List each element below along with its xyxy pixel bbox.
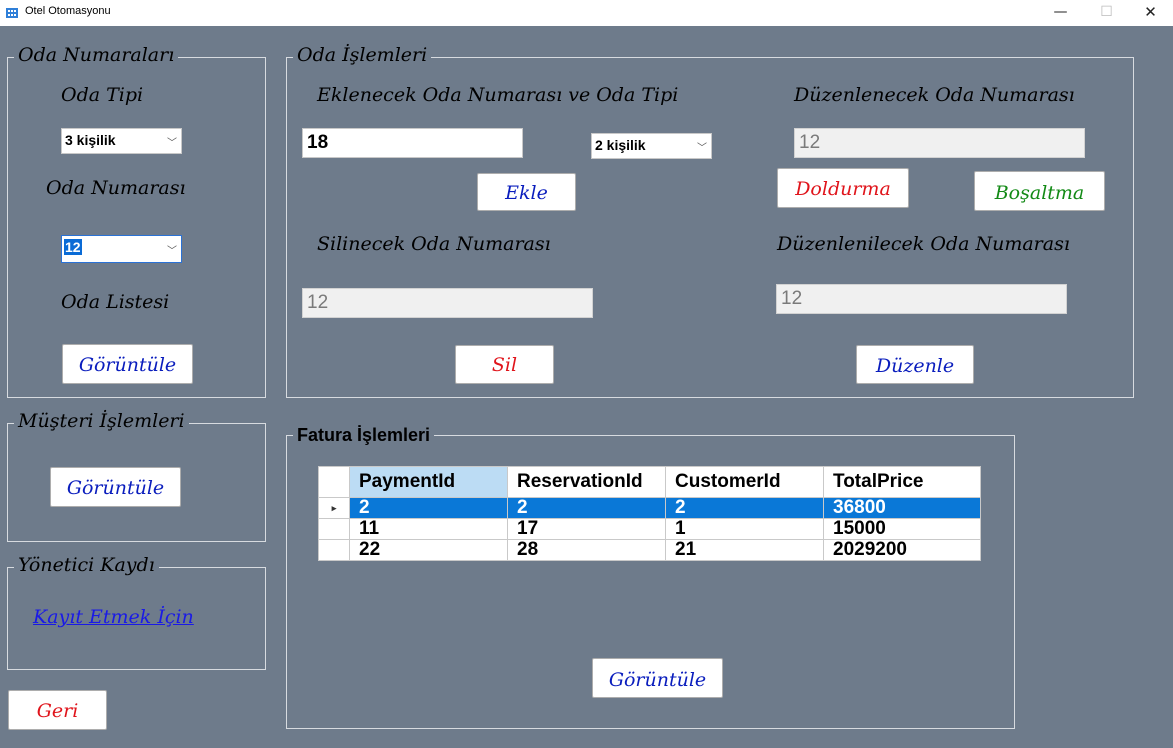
- musteri-goruntule-button[interactable]: Görüntüle: [50, 467, 181, 507]
- table-row[interactable]: 11 17 1 15000: [318, 518, 981, 540]
- oda-tipi-value: 3 kişilik: [65, 132, 116, 148]
- chevron-down-icon: ﹀: [697, 143, 707, 154]
- table-cell[interactable]: 2: [665, 497, 824, 519]
- minimize-button[interactable]: —: [1038, 0, 1083, 26]
- table-cell[interactable]: 11: [349, 518, 508, 540]
- chevron-down-icon: ﹀: [167, 138, 177, 149]
- musteri-islemleri-legend: Müşteri İşlemleri: [14, 410, 189, 432]
- table-cell[interactable]: 2029200: [823, 539, 981, 561]
- duzenlenilecek-oda-numarasi-input[interactable]: 12: [776, 284, 1067, 314]
- table-cell[interactable]: 28: [507, 539, 666, 561]
- bosaltma-button[interactable]: Boşaltma: [974, 171, 1105, 211]
- table-cell[interactable]: 36800: [823, 497, 981, 519]
- table-row[interactable]: 22 28 21 2029200: [318, 539, 981, 561]
- table-cell[interactable]: 2: [349, 497, 508, 519]
- window-title: Otel Otomasyonu: [25, 5, 111, 17]
- table-cell[interactable]: 17: [507, 518, 666, 540]
- yonetici-kaydi-legend: Yönetici Kaydı: [14, 554, 159, 576]
- oda-listesi-label: Oda Listesi: [61, 291, 170, 313]
- eklenecek-oda-tipi-select[interactable]: 2 kişilik ﹀: [591, 133, 712, 159]
- silinecek-oda-numarasi-input[interactable]: 12: [302, 288, 593, 318]
- fatura-grid[interactable]: PaymentId ReservationId CustomerId Total…: [318, 466, 981, 561]
- row-header[interactable]: [318, 539, 350, 561]
- oda-listesi-goruntule-button[interactable]: Görüntüle: [62, 344, 193, 384]
- table-cell[interactable]: 15000: [823, 518, 981, 540]
- sil-button[interactable]: Sil: [455, 345, 554, 384]
- duzenlenecek-oda-numarasi-input[interactable]: 12: [794, 128, 1085, 158]
- column-header[interactable]: PaymentId: [349, 466, 508, 498]
- row-pointer-icon[interactable]: ▸: [318, 497, 350, 519]
- oda-islemleri-group: [286, 57, 1134, 398]
- row-header[interactable]: [318, 518, 350, 540]
- eklenecek-oda-numarasi-input[interactable]: 18: [302, 128, 523, 158]
- grid-corner: [318, 466, 350, 498]
- kayit-etmek-icin-link[interactable]: Kayıt Etmek İçin: [33, 606, 194, 628]
- duzenle-button[interactable]: Düzenle: [856, 345, 974, 384]
- oda-islemleri-legend: Oda İşlemleri: [293, 44, 432, 66]
- duzenlenecek-label: Düzenlenecek Oda Numarası: [794, 84, 1075, 106]
- oda-numarasi-select[interactable]: 12 ﹀: [61, 235, 182, 263]
- column-header[interactable]: ReservationId: [507, 466, 666, 498]
- title-bar: Otel Otomasyonu — ☐ ✕: [0, 0, 1173, 26]
- doldurma-button[interactable]: Doldurma: [777, 168, 909, 208]
- geri-button[interactable]: Geri: [8, 690, 107, 730]
- oda-numarasi-label: Oda Numarası: [46, 177, 186, 199]
- table-cell[interactable]: 21: [665, 539, 824, 561]
- column-header[interactable]: CustomerId: [665, 466, 824, 498]
- eklenecek-oda-tipi-value: 2 kişilik: [595, 137, 646, 153]
- table-cell[interactable]: 2: [507, 497, 666, 519]
- table-cell[interactable]: 22: [349, 539, 508, 561]
- fatura-goruntule-button[interactable]: Görüntüle: [592, 658, 723, 698]
- oda-numaralari-legend: Oda Numaraları: [14, 44, 179, 66]
- chevron-down-icon: ﹀: [167, 246, 177, 257]
- oda-numarasi-value: 12: [64, 239, 82, 255]
- table-row[interactable]: ▸ 2 2 2 36800: [318, 497, 981, 519]
- ekle-button[interactable]: Ekle: [477, 173, 576, 211]
- table-cell[interactable]: 1: [665, 518, 824, 540]
- duzenlenilecek-label: Düzenlenilecek Oda Numarası: [777, 233, 1070, 255]
- column-header[interactable]: TotalPrice: [823, 466, 981, 498]
- close-button[interactable]: ✕: [1128, 0, 1173, 26]
- fatura-islemleri-legend: Fatura İşlemleri: [293, 425, 435, 446]
- silinecek-label: Silinecek Oda Numarası: [317, 233, 551, 255]
- maximize-button[interactable]: ☐: [1084, 0, 1129, 26]
- eklenecek-label: Eklenecek Oda Numarası ve Oda Tipi: [317, 84, 679, 106]
- app-icon: [6, 8, 18, 18]
- grid-header-row: PaymentId ReservationId CustomerId Total…: [318, 466, 981, 498]
- oda-tipi-label: Oda Tipi: [61, 84, 144, 106]
- oda-tipi-select[interactable]: 3 kişilik ﹀: [61, 128, 182, 154]
